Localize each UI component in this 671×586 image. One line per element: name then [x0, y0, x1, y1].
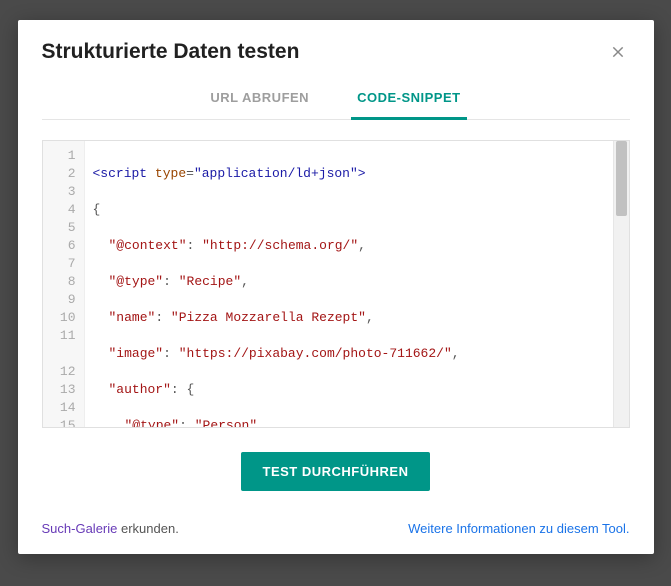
line-number: 1 — [43, 147, 76, 165]
more-info-link[interactable]: Weitere Informationen zu diesem Tool. — [408, 521, 629, 536]
line-number: 2 — [43, 165, 76, 183]
line-number: 3 — [43, 183, 76, 201]
line-number: 9 — [43, 291, 76, 309]
footer-left: Such-Galerie erkunden. — [42, 521, 179, 536]
line-number: 15 — [43, 417, 76, 428]
dialog-footer: Such-Galerie erkunden. Weitere Informati… — [42, 521, 630, 536]
code-content[interactable]: <script type="application/ld+json"> { "@… — [85, 141, 613, 427]
search-gallery-link[interactable]: Such-Galerie — [42, 521, 118, 536]
tab-code-snippet[interactable]: CODE-SNIPPET — [351, 76, 467, 120]
action-bar: TEST DURCHFÜHREN — [42, 452, 630, 491]
footer-left-text: erkunden. — [117, 521, 178, 536]
close-icon[interactable] — [606, 40, 630, 64]
line-number: 8 — [43, 273, 76, 291]
editor-scrollbar[interactable] — [613, 141, 629, 427]
dialog-header: Strukturierte Daten testen — [42, 40, 630, 64]
line-number: 6 — [43, 237, 76, 255]
line-number-gutter: 1 2 3 4 5 6 7 8 9 10 11 12 13 14 15 — [43, 141, 85, 427]
line-number: 5 — [43, 219, 76, 237]
structured-data-dialog: Strukturierte Daten testen URL ABRUFEN C… — [18, 20, 654, 554]
run-test-button[interactable]: TEST DURCHFÜHREN — [241, 452, 431, 491]
tab-bar: URL ABRUFEN CODE-SNIPPET — [42, 76, 630, 120]
scrollbar-thumb[interactable] — [616, 141, 627, 216]
line-number: 4 — [43, 201, 76, 219]
line-number: 12 — [43, 363, 76, 381]
line-number: 7 — [43, 255, 76, 273]
line-number: 14 — [43, 399, 76, 417]
code-editor[interactable]: 1 2 3 4 5 6 7 8 9 10 11 12 13 14 15 <scr… — [42, 140, 630, 428]
dialog-title: Strukturierte Daten testen — [42, 40, 300, 64]
tab-url-fetch[interactable]: URL ABRUFEN — [204, 76, 315, 120]
line-number: 11 — [43, 327, 76, 345]
line-number: 10 — [43, 309, 76, 327]
line-number: 13 — [43, 381, 76, 399]
